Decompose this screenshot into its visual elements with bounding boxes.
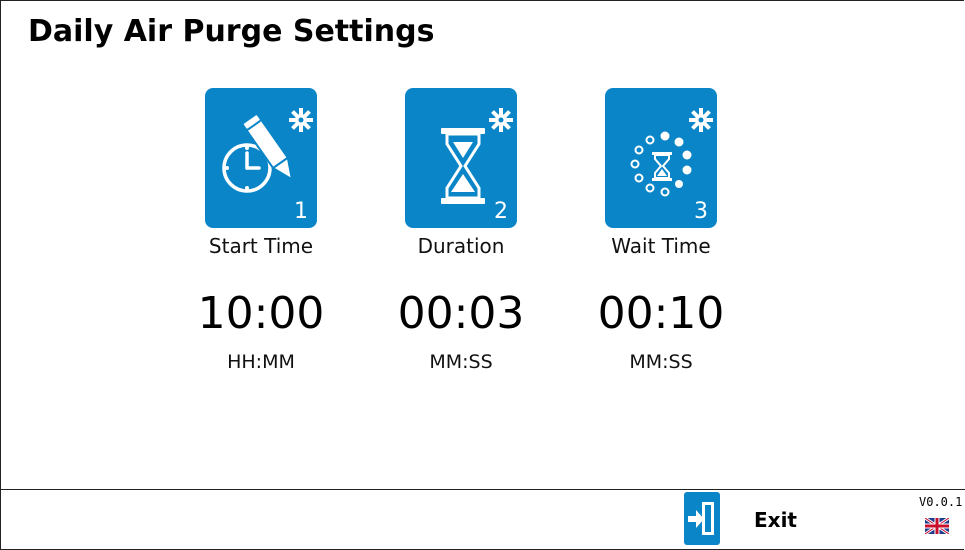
setting-unit: MM:SS (429, 351, 493, 373)
setting-number: 2 (494, 199, 508, 224)
setting-start-time: 1 Start Time 10:00 HH:MM (181, 88, 341, 373)
start-time-button[interactable]: 1 (205, 88, 317, 228)
setting-label: Duration (417, 234, 505, 258)
setting-unit: HH:MM (227, 351, 295, 373)
page-title: Daily Air Purge Settings (28, 14, 435, 49)
version-label: V0.0.1 (919, 495, 963, 509)
setting-number: 3 (694, 199, 708, 224)
wait-time-button[interactable]: 3 (605, 88, 717, 228)
setting-duration: 2 Duration 00:03 MM:SS (381, 88, 541, 373)
setting-label: Wait Time (611, 234, 711, 258)
setting-value: 00:03 (397, 288, 525, 339)
setting-label: Start Time (208, 234, 314, 258)
setting-value: 00:10 (597, 288, 725, 339)
setting-wait-time: 3 Wait Time 00:10 MM:SS (581, 88, 741, 373)
exit-door-icon (684, 492, 720, 545)
duration-button[interactable]: 2 (405, 88, 517, 228)
footer-divider (0, 489, 965, 490)
setting-number: 1 (294, 199, 308, 224)
exit-button[interactable]: Exit (684, 491, 814, 548)
setting-unit: MM:SS (629, 351, 693, 373)
exit-label: Exit (754, 508, 797, 532)
uk-flag-icon[interactable] (924, 516, 950, 536)
setting-value: 10:00 (197, 288, 325, 339)
